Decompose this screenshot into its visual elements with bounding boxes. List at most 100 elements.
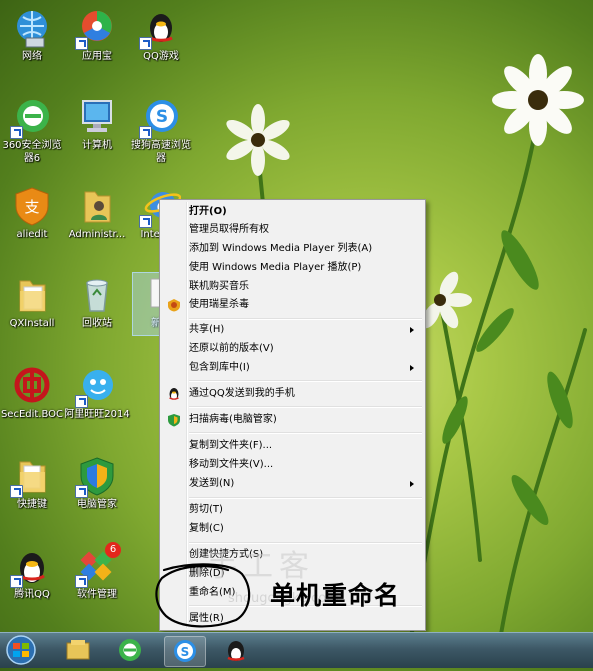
shortcut-arrow-icon [10,126,23,139]
360-browser-icon [10,97,52,139]
qq-games-icon [139,8,181,50]
desktop-icon-label: QXInstall [9,318,55,329]
desktop-icon-aliwangwang[interactable]: 阿里旺旺2014 [63,366,131,421]
desktop-icon-label: SecEdit.BOC [0,409,64,420]
menu-item-send-via-qq-to-phone[interactable]: 通过QQ发送到我的手机 [162,385,423,403]
menu-item-take-ownership[interactable]: 管理员取得所有权 [162,221,423,239]
desktop-icon-label: Administr... [68,229,126,240]
desktop-icon-label: 计算机 [82,140,112,151]
shortcut-arrow-icon [139,37,152,50]
menu-separator [189,318,422,320]
windows-orb-icon [6,635,36,665]
shortcut-arrow-icon [139,126,152,139]
sogou-browser-icon: S [139,97,181,139]
notification-badge: 6 [105,542,121,558]
taskbar-explorer[interactable] [58,636,98,665]
aliwangwang-icon [75,366,117,408]
menu-item-send-to[interactable]: 发送到(N) [162,475,423,493]
shortcut-arrow-icon [75,395,88,408]
folder-icon [12,275,52,315]
taskbar-360-browser[interactable] [110,636,150,665]
desktop-icon-yingyongbao[interactable]: 应用宝 [63,8,131,63]
menu-item-move-to-folder[interactable]: 移动到文件夹(V)... [162,456,423,474]
annotation-label: 单机重命名 [270,581,401,610]
desktop-icon-qq-games[interactable]: QQ游戏 [127,8,195,63]
submenu-arrow-icon [410,365,414,371]
software-manager-icon: 6 [75,542,121,588]
desktop-icon-label: QQ游戏 [143,51,179,62]
desktop-icon-recycle-bin[interactable]: 回收站 [63,275,131,330]
desktop-icon-pc-manager[interactable]: 电脑管家 [63,456,131,511]
menu-item-share[interactable]: 共享(H) [162,321,423,339]
menu-item-open[interactable]: 打开(O) [162,203,423,221]
yingyongbao-icon [75,8,117,50]
desktop-icon-label: 阿里旺旺2014 [64,409,130,420]
qq-penguin-icon [10,546,52,588]
shortcut-arrow-icon [75,485,88,498]
desktop-icon-administrator[interactable]: Administr... [63,186,131,241]
taskbar-qq-games[interactable] [216,636,256,665]
desktop-icon-secedit[interactable]: SecEdit.BOC [0,366,66,421]
desktop-icon-label: 360安全浏览器6 [2,140,62,164]
network-icon [12,8,52,48]
menu-item-include-in-library[interactable]: 包含到库中(I) [162,359,423,377]
start-button[interactable] [2,634,40,667]
svg-text:S: S [181,645,190,659]
taskbar: S [0,632,593,668]
pc-manager-shield-icon [168,414,180,427]
desktop-icon-computer[interactable]: 计算机 [63,97,131,152]
desktop-icon-software-manager[interactable]: 6 软件管理 [63,542,131,601]
menu-item-copy-to-folder[interactable]: 复制到文件夹(F)... [162,437,423,455]
menu-separator [189,406,422,408]
submenu-arrow-icon [410,481,414,487]
menu-item-rising-antivirus[interactable]: 使用瑞星杀毒 [162,296,423,314]
folder-icon [10,456,52,498]
qq-games-icon [227,641,245,661]
desktop-icon-label: 腾讯QQ [14,589,50,600]
shortcut-arrow-icon [10,485,23,498]
menu-item-copy[interactable]: 复制(C) [162,520,423,538]
recycle-bin-icon [77,275,117,315]
svg-text:支: 支 [24,198,39,216]
desktop-icon-sogou-browser[interactable]: S 搜狗高速浏览器 [127,97,195,165]
menu-item-scan-virus[interactable]: 扫描病毒(电脑管家) [162,411,423,429]
desktop-icon-label: 回收站 [82,318,112,329]
folder-library-icon [66,640,90,660]
menu-item-play-with-wmp[interactable]: 使用 Windows Media Player 播放(P) [162,259,423,277]
qq-penguin-icon [169,388,179,400]
sogou-browser-icon: S [174,640,196,662]
shortcut-arrow-icon [10,575,23,588]
taskbar-sogou-browser[interactable]: S [164,636,206,667]
menu-item-cut[interactable]: 剪切(T) [162,501,423,519]
svg-text:S: S [156,107,168,127]
menu-separator [189,497,422,499]
desktop-icon-label: 软件管理 [77,589,117,600]
menu-item-restore-previous-versions[interactable]: 还原以前的版本(V) [162,340,423,358]
shortcut-arrow-icon [75,37,88,50]
menu-item-buy-music-online[interactable]: 联机购买音乐 [162,278,423,296]
desktop-icon-label: 电脑管家 [77,499,117,510]
pc-manager-shield-icon [75,456,117,498]
desktop-icon-qxinstall[interactable]: QXInstall [0,275,66,330]
boc-logo-icon [12,366,52,406]
rising-lion-icon [168,299,180,312]
desktop-icon-label: aliedit [16,229,48,240]
desktop-icon-360-browser[interactable]: 360安全浏览器6 [0,97,66,165]
user-folder-icon [77,186,117,226]
desktop-icon-label: 应用宝 [82,51,112,62]
desktop-icon-label: 网络 [22,51,42,62]
desktop-icon-label: 快捷键 [17,499,47,510]
desktop-icon-shortcut-keys[interactable]: 快捷键 [0,456,66,511]
menu-separator [189,380,422,382]
desktop-icon-aliedit[interactable]: 支 aliedit [0,186,66,241]
shortcut-arrow-icon [75,575,88,588]
menu-separator [189,432,422,434]
aliedit-shield-icon: 支 [12,186,52,226]
shortcut-arrow-icon [139,215,152,228]
desktop-icon-tencent-qq[interactable]: 腾讯QQ [0,546,66,601]
desktop-icon-network[interactable]: 网络 [0,8,66,63]
desktop-icon-label: 搜狗高速浏览器 [131,140,191,164]
submenu-arrow-icon [410,327,414,333]
computer-icon [77,97,117,137]
menu-item-add-to-wmp-list[interactable]: 添加到 Windows Media Player 列表(A) [162,240,423,258]
